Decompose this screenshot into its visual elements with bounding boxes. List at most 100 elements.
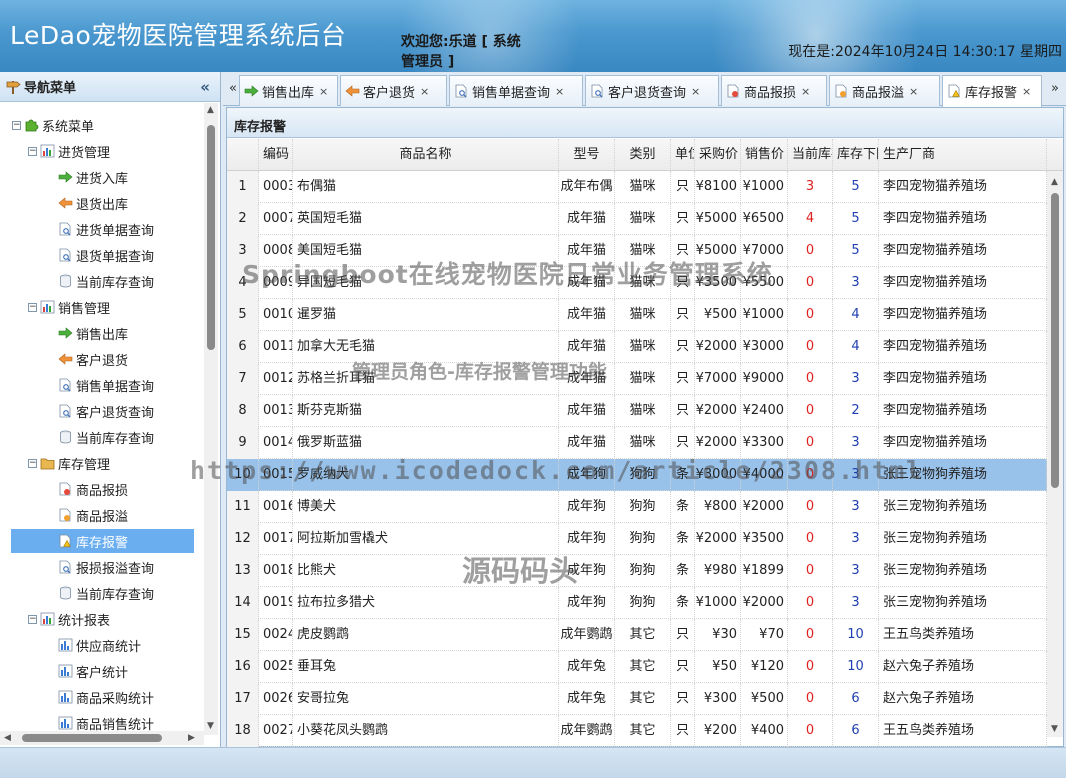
- table-cell: 李四宠物猫养殖场: [879, 331, 1047, 363]
- scroll-right-icon[interactable]: ▶: [188, 733, 195, 743]
- tree-collapse-toggle[interactable]: −: [28, 146, 37, 156]
- table-cell: ¥5500: [741, 267, 788, 299]
- table-cell: 成年猫: [559, 235, 615, 267]
- sidebar-item-1-0[interactable]: 销售出库: [11, 321, 194, 345]
- sidebar-item-2-3[interactable]: 报损报溢查询: [11, 555, 194, 579]
- table-cell: 成年猫: [559, 299, 615, 331]
- sidebar-item-0-3[interactable]: 退货单据查询: [11, 243, 194, 267]
- column-header[interactable]: 库存下限: [833, 139, 879, 171]
- grid-vertical-scrollbar[interactable]: ▲ ▼: [1047, 171, 1063, 737]
- table-row[interactable]: 15 0024 虎皮鹦鹉 成年鹦鹉 其它只 ¥30 ¥70 0 10 王五鸟类养殖场: [227, 619, 1047, 651]
- collapse-sidebar-icon[interactable]: «: [200, 78, 210, 96]
- tab-close-icon[interactable]: ×: [1022, 85, 1031, 98]
- column-header[interactable]: 生产厂商: [879, 139, 1047, 171]
- tree-group-1[interactable]: − 销售管理: [28, 295, 110, 319]
- sidebar-item-3-1[interactable]: 客户统计: [11, 659, 194, 683]
- table-row[interactable]: 5 0010 暹罗猫 成年猫 猫咪只 ¥500 ¥1000 0 4 李四宠物猫养殖场: [227, 299, 1047, 331]
- tabs-prev-icon[interactable]: «: [229, 81, 237, 96]
- tabs-next-icon[interactable]: »: [1051, 81, 1059, 96]
- sidebar-vertical-scrollbar[interactable]: ▲ ▼: [204, 103, 218, 735]
- tab-close-icon[interactable]: ×: [420, 85, 429, 98]
- row-number: 12: [227, 523, 259, 555]
- tab-0[interactable]: 销售出库 ×: [239, 75, 338, 106]
- column-header[interactable]: 单位: [671, 139, 695, 171]
- column-header[interactable]: 型号: [559, 139, 615, 171]
- table-row[interactable]: 13 0018 比熊犬 成年狗 狗狗条 ¥980 ¥1899 0 3 张三宠物狗养殖场: [227, 555, 1047, 587]
- scroll-up-icon[interactable]: ▲: [207, 105, 214, 115]
- sidebar-item-1-2[interactable]: 销售单据查询: [11, 373, 194, 397]
- table-cell: 斯芬克斯猫: [293, 395, 559, 427]
- tab-close-icon[interactable]: ×: [555, 85, 564, 98]
- table-row[interactable]: 16 0025 垂耳兔 成年兔 其它只 ¥50 ¥120 0 10 赵六兔子养殖场: [227, 651, 1047, 683]
- tree-root-system-menu[interactable]: − 系统菜单: [12, 113, 94, 137]
- table-cell: 猫咪: [615, 363, 671, 395]
- column-header[interactable]: 商品名称: [293, 139, 559, 171]
- tab-3[interactable]: 客户退货查询 ×: [585, 75, 719, 106]
- table-row[interactable]: 1 0003 布偶猫 成年布偶 猫咪只 ¥8100 ¥1000 3 5 李四宠物猫养殖场: [227, 171, 1047, 203]
- table-row[interactable]: 2 0007 英国短毛猫 成年猫 猫咪只 ¥5000 ¥6500 4 5 李四宠物猫养殖场: [227, 203, 1047, 235]
- table-cell: 0: [788, 651, 833, 683]
- scroll-down-icon[interactable]: ▼: [207, 721, 214, 731]
- table-row[interactable]: 9 0014 俄罗斯蓝猫 成年猫 猫咪只 ¥2000 ¥3300 0 3 李四宠物猫养殖场: [227, 427, 1047, 459]
- sidebar-item-1-3[interactable]: 客户退货查询: [11, 399, 194, 423]
- sidebar-item-2-2[interactable]: 库存报警: [11, 529, 194, 553]
- scroll-thumb[interactable]: [207, 125, 215, 350]
- scroll-down-icon[interactable]: ▼: [1051, 724, 1058, 734]
- table-row[interactable]: 17 0026 安哥拉兔 成年兔 其它只 ¥300 ¥500 0 6 赵六兔子养殖场: [227, 683, 1047, 715]
- table-row[interactable]: 6 0011 加拿大无毛猫 成年猫 猫咪只 ¥2000 ¥3000 0 4 李四宠物猫养殖场: [227, 331, 1047, 363]
- sidebar-item-0-0[interactable]: 进货入库: [11, 165, 194, 189]
- tab-close-icon[interactable]: ×: [691, 85, 700, 98]
- sidebar-item-3-2[interactable]: 商品采购统计: [11, 685, 194, 709]
- row-number: 13: [227, 555, 259, 587]
- sidebar-item-0-2[interactable]: 进货单据查询: [11, 217, 194, 241]
- sidebar-horizontal-scrollbar[interactable]: ◀ ▶: [0, 731, 204, 745]
- sidebar-item-2-0[interactable]: 商品报损: [11, 477, 194, 501]
- table-row[interactable]: 4 0009 异国短毛猫 成年猫 猫咪只 ¥3500 ¥5500 0 3 李四宠物猫养殖场: [227, 267, 1047, 299]
- table-row[interactable]: 14 0019 拉布拉多猎犬 成年狗 狗狗条 ¥1000 ¥2000 0 3 张三宠物狗养殖场: [227, 587, 1047, 619]
- tree-group-2[interactable]: − 库存管理: [28, 451, 110, 475]
- table-cell: 3: [788, 171, 833, 203]
- scroll-thumb[interactable]: [1051, 193, 1059, 488]
- table-row[interactable]: 12 0017 阿拉斯加雪橇犬 成年狗 狗狗条 ¥2000 ¥3500 0 3 张三宠物狗养殖场: [227, 523, 1047, 555]
- sidebar-item-0-1[interactable]: 退货出库: [11, 191, 194, 215]
- column-header[interactable]: 类别: [615, 139, 671, 171]
- tab-close-icon[interactable]: ×: [319, 85, 328, 98]
- table-cell: 成年鹦鹉: [559, 715, 615, 747]
- tree-collapse-toggle[interactable]: −: [28, 302, 37, 312]
- table-row[interactable]: 7 0012 苏格兰折耳猫 成年猫 猫咪只 ¥7000 ¥9000 0 3 李四宠物猫养殖场: [227, 363, 1047, 395]
- tree-group-3[interactable]: − 统计报表: [28, 607, 110, 631]
- table-row[interactable]: 8 0013 斯芬克斯猫 成年猫 猫咪只 ¥2000 ¥2400 0 2 李四宠物猫养殖场: [227, 395, 1047, 427]
- table-row[interactable]: 3 0008 美国短毛猫 成年猫 猫咪只 ¥5000 ¥7000 0 5 李四宠物猫养殖场: [227, 235, 1047, 267]
- tree-group-0[interactable]: − 进货管理: [28, 139, 110, 163]
- column-header[interactable]: 当前库存: [788, 139, 833, 171]
- table-cell: ¥1000: [741, 299, 788, 331]
- table-row[interactable]: 18 0027 小葵花凤头鹦鹉 成年鹦鹉 其它只 ¥200 ¥400 0 6 王五鸟类养殖场: [227, 715, 1047, 747]
- tab-5[interactable]: 商品报溢 ×: [829, 75, 940, 106]
- tab-2[interactable]: 销售单据查询 ×: [449, 75, 583, 106]
- sidebar-item-3-3[interactable]: 商品销售统计: [11, 711, 194, 733]
- column-header[interactable]: 采购价: [695, 139, 741, 171]
- tab-6[interactable]: 库存报警 ×: [942, 75, 1042, 107]
- tab-1[interactable]: 客户退货 ×: [340, 75, 447, 106]
- column-header[interactable]: 销售价: [741, 139, 788, 171]
- sidebar-item-1-4[interactable]: 当前库存查询: [11, 425, 194, 449]
- tab-close-icon[interactable]: ×: [909, 85, 918, 98]
- sidebar-item-0-4[interactable]: 当前库存查询: [11, 269, 194, 293]
- sidebar-item-1-1[interactable]: 客户退货: [11, 347, 194, 371]
- table-row[interactable]: 10 0015 罗威纳犬 成年狗 狗狗条 ¥3000 ¥4000 0 3 张三宠物狗养殖场: [227, 459, 1047, 491]
- tab-close-icon[interactable]: ×: [801, 85, 810, 98]
- sidebar-item-2-4[interactable]: 当前库存查询: [11, 581, 194, 605]
- table-row[interactable]: 11 0016 博美犬 成年狗 狗狗条 ¥800 ¥2000 0 3 张三宠物狗养殖场: [227, 491, 1047, 523]
- tree-collapse-toggle[interactable]: −: [12, 120, 21, 130]
- tree-collapse-toggle[interactable]: −: [28, 614, 37, 624]
- tab-4[interactable]: 商品报损 ×: [721, 75, 827, 106]
- table-cell: 0013: [259, 395, 293, 427]
- scroll-left-icon[interactable]: ◀: [4, 733, 11, 743]
- column-header[interactable]: 编码: [259, 139, 293, 171]
- scroll-thumb[interactable]: [22, 734, 162, 742]
- sidebar-item-3-0[interactable]: 供应商统计: [11, 633, 194, 657]
- sidebar-item-2-1[interactable]: 商品报溢: [11, 503, 194, 527]
- tree-collapse-toggle[interactable]: −: [28, 458, 37, 468]
- table-cell: 狗狗: [615, 587, 671, 619]
- scroll-up-icon[interactable]: ▲: [1051, 177, 1058, 187]
